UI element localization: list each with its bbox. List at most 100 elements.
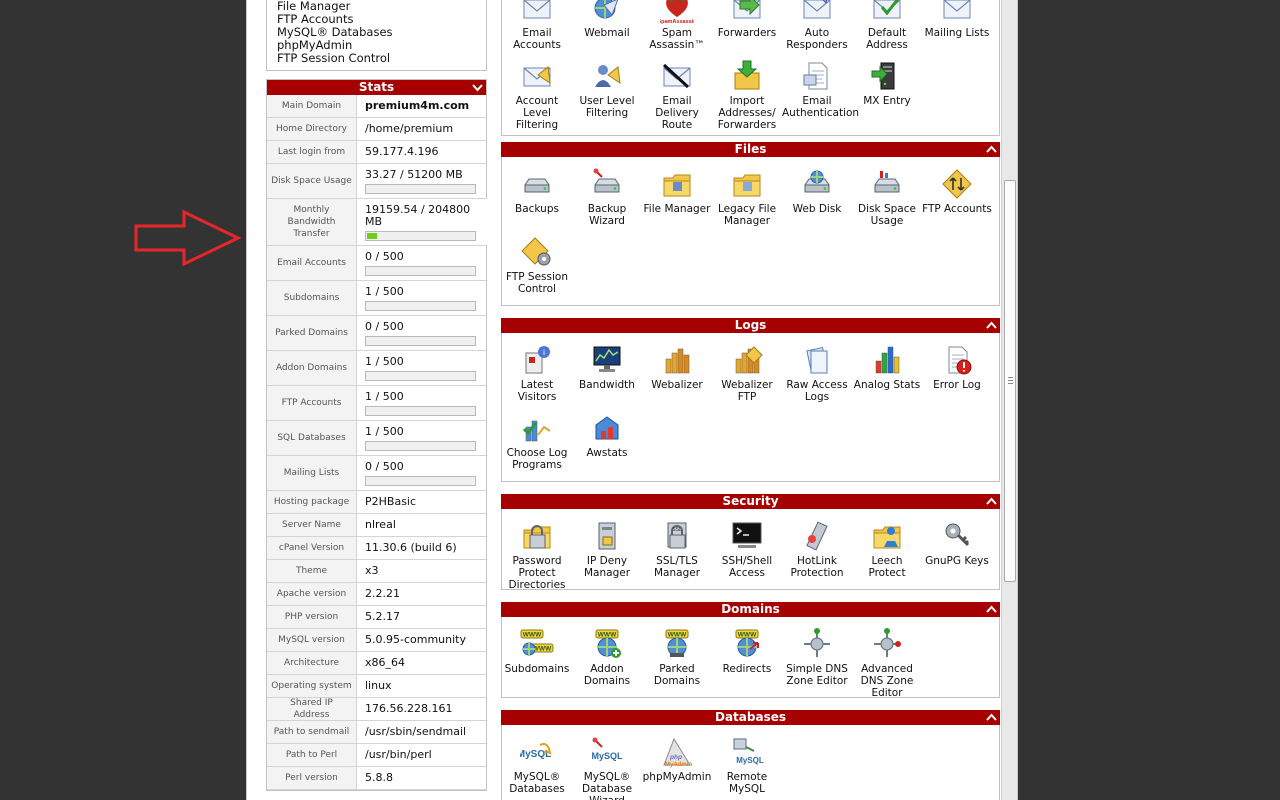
email-accounts-link[interactable]: Email Accounts [502,0,572,51]
svg-text:WWW: WWW [533,646,552,653]
addon-domains-link[interactable]: WWW Addon Domains [572,627,642,687]
logs-section-header[interactable]: Logs [501,318,1000,333]
stats-header[interactable]: Stats [267,80,486,95]
stat-row: Shared IP Address 176.56.228.161 [267,698,486,721]
chevron-up-icon[interactable] [985,143,998,156]
analog-stats-link[interactable]: Analog Stats [852,343,922,391]
chevron-up-icon[interactable] [985,603,998,616]
ssh-shell-access-icon [732,522,762,548]
stat-label: Addon Domains [267,351,357,385]
databases-section-header[interactable]: Databases [501,710,1000,725]
email-authentication-link[interactable]: Email Authentication [782,59,859,119]
ssl-tls-manager-icon: SSL [667,522,687,549]
hotlink-protection-link[interactable]: HotLink Protection [782,519,852,579]
ip-deny-manager-link[interactable]: IP Deny Manager [572,519,642,579]
icon-label: Advanced DNS Zone Editor [860,663,914,699]
subdomains-icon: WWW WWW [520,629,554,656]
stat-label: Hosting package [267,491,357,513]
raw-access-logs-link[interactable]: Raw Access Logs [782,343,852,403]
default-address-link[interactable]: Default Address [852,0,922,51]
simple-dns-zone-editor-link[interactable]: Simple DNS Zone Editor [782,627,852,687]
icon-label: Import Addresses/ Forwarders [717,95,777,131]
ftp-accounts-link[interactable]: FTP Accounts [922,167,992,215]
raw-access-logs-icon [806,346,828,374]
file-manager-link[interactable]: File Manager [642,167,712,215]
stat-label: Parked Domains [267,316,357,350]
parked-domains-link[interactable]: WWW Parked Domains [642,627,712,687]
simple-dns-zone-editor-icon [804,628,830,657]
webalizer-ftp-link[interactable]: Webalizer FTP [712,343,782,403]
backup-wizard-link[interactable]: Backup Wizard [572,167,642,227]
spamassassin-icon: SpamAssassin [660,0,694,25]
chevron-up-icon[interactable] [985,495,998,508]
quick-link-ftp-session-control[interactable]: FTP Session Control [277,51,390,65]
mysql-database-wizard-link[interactable]: MySQL MySQL® Database Wizard [572,735,642,800]
backups-link[interactable]: Backups [502,167,572,215]
quick-link-phpmyadmin[interactable]: phpMyAdmin [277,38,352,52]
scrollbar-thumb[interactable] [1004,180,1016,582]
latest-visitors-link[interactable]: i Latest Visitors [502,343,572,403]
mx-entry-link[interactable]: MX Entry [852,59,922,107]
mailing-lists-link[interactable]: Mailing Lists [922,0,992,39]
stat-label: Email Accounts [267,246,357,280]
svg-text:MyAdmin: MyAdmin [665,762,692,768]
legacy-file-manager-link[interactable]: Legacy File Manager [712,167,782,227]
chevron-up-icon[interactable] [985,319,998,332]
bandwidth-link[interactable]: Bandwidth [572,343,642,391]
account-filtering-link[interactable]: Account Level Filtering [502,59,572,131]
email-delivery-route-link[interactable]: Email Delivery Route [642,59,712,131]
svg-text:WWW: WWW [668,632,687,639]
redirects-link[interactable]: WWW Redirects [712,627,782,675]
forwarders-link[interactable]: Forwarders [712,0,782,39]
ftp-session-control-link[interactable]: FTP Session Control [502,235,572,295]
leech-protect-link[interactable]: Leech Protect [852,519,922,579]
disk-space-usage-link[interactable]: Disk Space Usage [852,167,922,227]
stat-row: MySQL version 5.0.95-community [267,629,486,652]
web-disk-link[interactable]: Web Disk [782,167,852,215]
domains-section-header[interactable]: Domains [501,602,1000,617]
ssh-shell-access-link[interactable]: SSH/Shell Access [712,519,782,579]
mail-section: Email Accounts Webmail SpamAssassin Spam As… [501,0,1000,136]
stat-value-text: 1 / 500 [365,390,404,403]
security-section: Security Password Protect Directories IP D… [501,494,1000,591]
files-section-header[interactable]: Files [501,142,1000,157]
webmail-link[interactable]: Webmail [572,0,642,39]
remote-mysql-link[interactable]: MySQL Remote MySQL [712,735,782,795]
stat-label: Mailing Lists [267,456,357,490]
import-addresses-link[interactable]: Import Addresses/ Forwarders [712,59,782,131]
password-protect-link[interactable]: Password Protect Directories [502,519,572,591]
files-section: Files Backups Backup Wizard File Manager Leg… [501,142,1000,306]
choose-log-programs-link[interactable]: Choose Log Programs [502,411,572,471]
security-section-header[interactable]: Security [501,494,1000,509]
chevron-up-icon[interactable] [985,711,998,724]
gnupg-keys-link[interactable]: GnuPG Keys [922,519,992,567]
icon-label: IP Deny Manager [583,555,631,579]
icon-label: Webalizer [651,379,703,391]
stat-value-text: 1 / 500 [365,285,404,298]
icon-label: Analog Stats [853,379,921,391]
ssl-tls-manager-link[interactable]: SSL SSL/TLS Manager [642,519,712,579]
domains-section: Domains WWW WWW Subdomains WWW Addon Domains W… [501,602,1000,699]
scrollbar[interactable] [1001,0,1017,800]
security-section-body: Password Protect Directories IP Deny Mana… [501,509,1000,591]
advanced-dns-zone-editor-link[interactable]: Advanced DNS Zone Editor [852,627,922,699]
stat-label: Last login from [267,141,357,163]
webalizer-link[interactable]: Webalizer [642,343,712,391]
awstats-link[interactable]: Awstats [572,411,642,459]
phpmyadmin-link[interactable]: php MyAdmin phpMyAdmin [642,735,712,783]
stat-value: 0 / 500 [357,456,486,490]
usage-progress-fill [367,233,377,239]
quick-link-ftp-accounts[interactable]: FTP Accounts [277,12,353,26]
quick-link-mysql-databases[interactable]: MySQL® Databases [277,25,393,39]
chevron-down-icon[interactable] [471,81,484,94]
advanced-dns-zone-editor-icon [874,628,901,657]
spamassassin-link[interactable]: SpamAssassin Spam Assassin™ [642,0,712,51]
mysql-databases-link[interactable]: MySQL MySQL® Databases [502,735,572,795]
auto-responders-link[interactable]: Auto Responders [782,0,852,51]
subdomains-link[interactable]: WWW WWW Subdomains [502,627,572,675]
error-log-link[interactable]: Error Log [922,343,992,391]
svg-text:WWW: WWW [738,632,757,639]
stat-value-text: 59.177.4.196 [365,145,439,158]
auto-responders-icon [803,0,831,19]
user-filtering-link[interactable]: User Level Filtering [572,59,642,119]
